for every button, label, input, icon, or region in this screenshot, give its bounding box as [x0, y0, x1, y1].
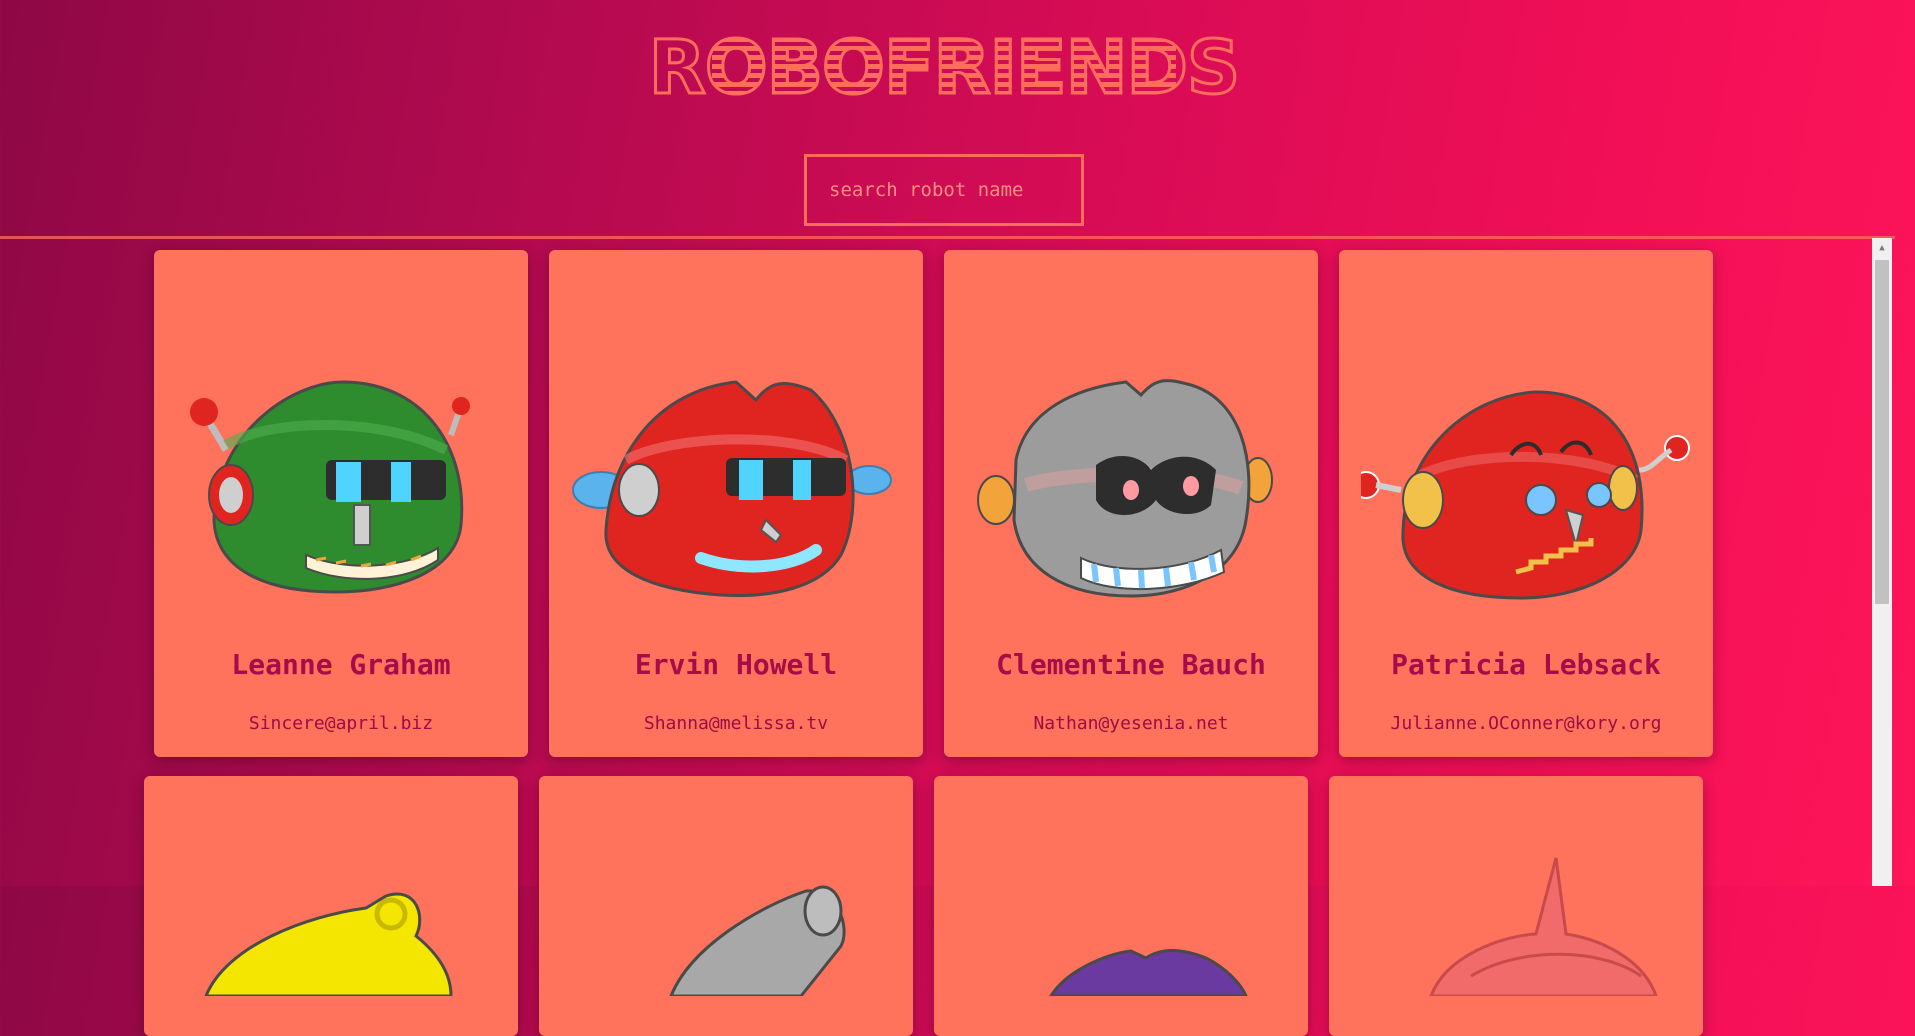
- robot-email: Shanna@melissa.tv: [643, 713, 829, 734]
- robot-card[interactable]: Clementine Bauch Nathan@yesenia.net: [944, 250, 1318, 757]
- robot-name: Ervin Howell: [634, 648, 838, 681]
- robot-email: Nathan@yesenia.net: [1033, 713, 1229, 734]
- robot-name: Clementine Bauch: [996, 648, 1266, 681]
- scrollbar-thumb[interactable]: [1875, 260, 1889, 604]
- robot-email: Julianne.OConner@kory.org: [1390, 713, 1662, 734]
- robot-avatar-icon: [1049, 949, 1248, 996]
- robot-avatar-icon: [572, 380, 892, 597]
- robot-name: Leanne Graham: [231, 648, 451, 681]
- robot-card[interactable]: [1329, 776, 1703, 1036]
- robot-avatar-icon: [669, 885, 846, 996]
- scroll-up-icon[interactable]: ▲: [1872, 238, 1892, 258]
- robot-card[interactable]: Patricia Lebsack Julianne.OConner@kory.o…: [1339, 250, 1713, 757]
- robot-avatar-icon: [1429, 857, 1658, 996]
- app-title: ROBOFRIENDS: [647, 24, 1241, 113]
- search-input[interactable]: [804, 154, 1084, 226]
- robot-avatar-icon: [977, 379, 1273, 598]
- robot-card[interactable]: Ervin Howell Shanna@melissa.tv: [549, 250, 923, 757]
- header-divider: [0, 236, 1895, 239]
- robot-card[interactable]: [934, 776, 1308, 1036]
- robot-card[interactable]: Leanne Graham Sincere@april.biz: [154, 250, 528, 757]
- robot-card[interactable]: [539, 776, 913, 1036]
- robot-email: Sincere@april.biz: [248, 713, 434, 734]
- scrollbar[interactable]: ▲: [1872, 238, 1892, 886]
- robot-name: Patricia Lebsack: [1391, 648, 1661, 681]
- robot-avatar-icon: [1361, 390, 1690, 600]
- robot-avatar-icon: [204, 892, 453, 996]
- robot-avatar-icon: [190, 380, 470, 594]
- robot-card[interactable]: [144, 776, 518, 1036]
- header: ROBOFRIENDS: [0, 0, 1895, 238]
